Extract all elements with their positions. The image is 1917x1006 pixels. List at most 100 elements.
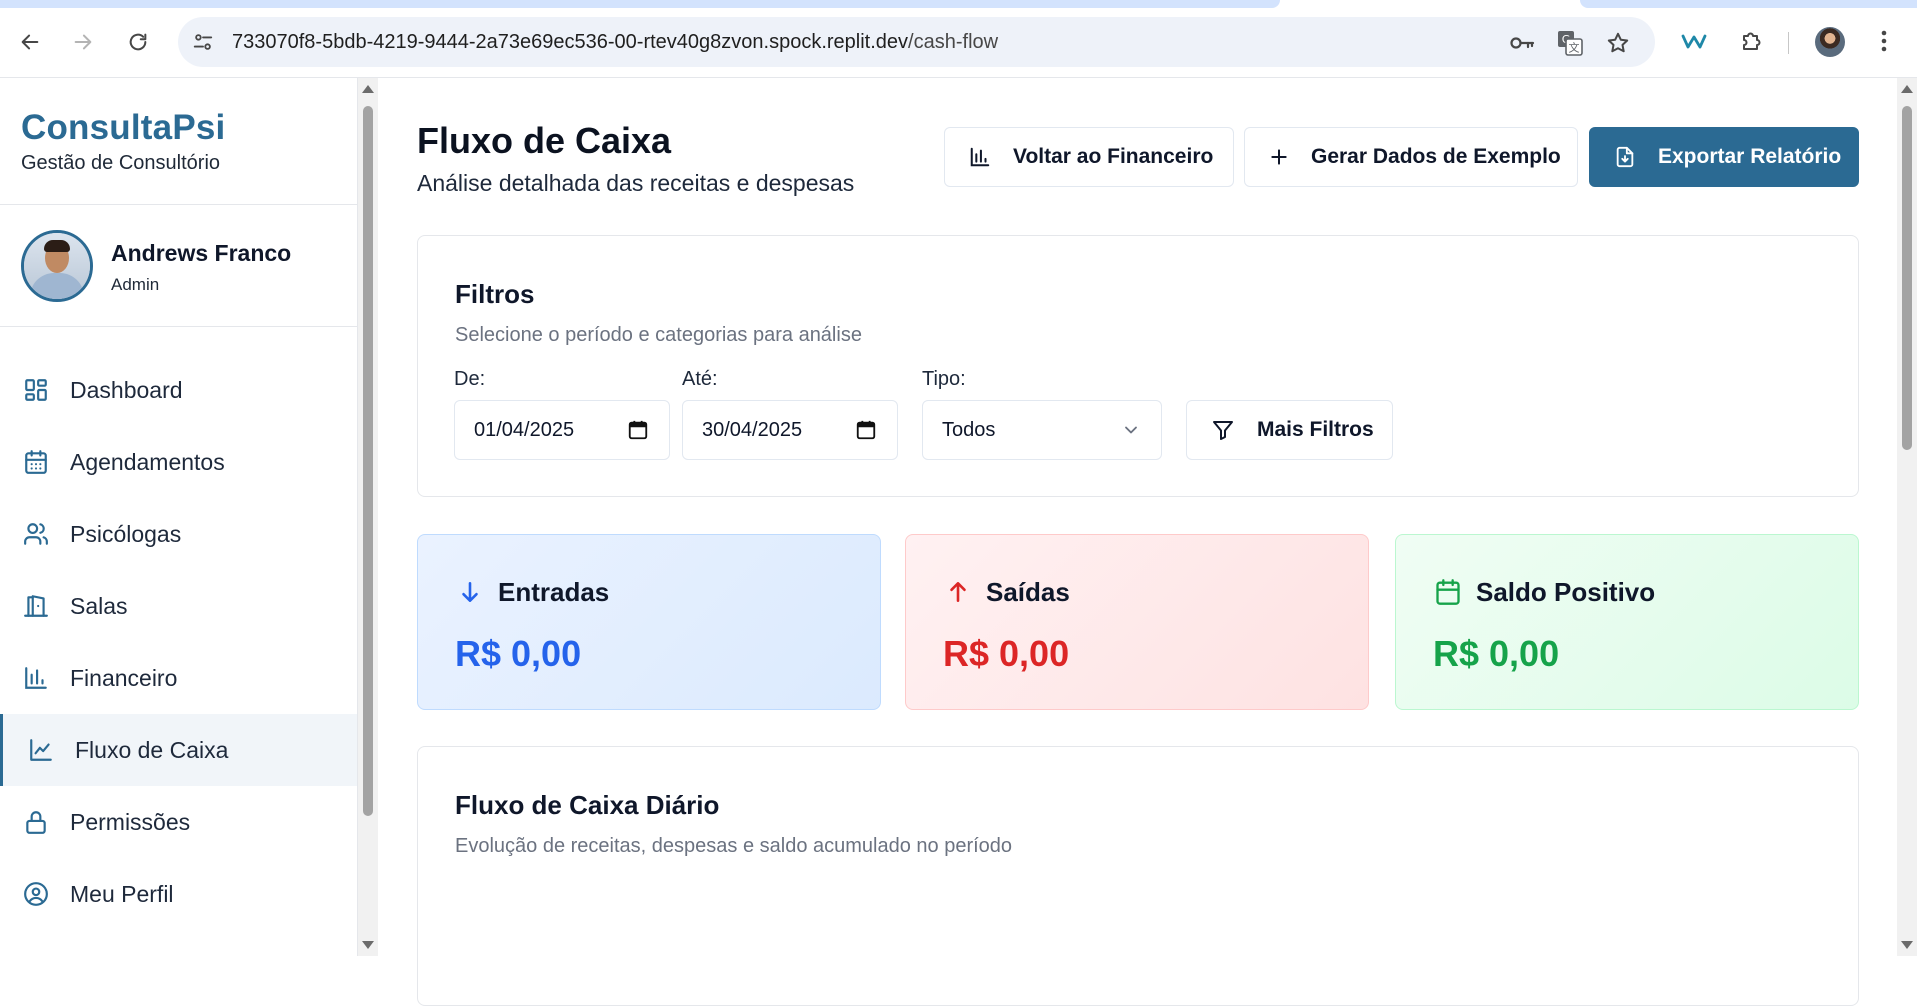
income-card: Entradas R$ 0,00 [417,534,881,710]
back-to-finance-label: Voltar ao Financeiro [1013,145,1214,168]
toolbar-separator [1788,32,1789,54]
from-date-label: De: [454,368,486,390]
scroll-thumb[interactable] [1902,106,1912,450]
sidebar-divider [0,204,357,205]
sidebar-item-dashboard[interactable]: Dashboard [0,354,357,426]
export-report-button[interactable]: Exportar Relatório [1589,127,1859,187]
scroll-down-arrow[interactable] [1901,941,1913,949]
lock-icon [22,808,50,836]
sidebar-item-label: Fluxo de Caixa [75,736,229,763]
sidebar-item-fluxo-de-caixa[interactable]: Fluxo de Caixa [0,714,357,786]
daily-flow-card: Fluxo de Caixa Diário Evolução de receit… [417,746,1859,1006]
sidebar-divider [0,326,357,327]
tab-left[interactable] [0,0,1280,8]
scroll-up-arrow[interactable] [362,85,374,93]
page-title: Fluxo de Caixa [417,120,672,161]
profile-avatar[interactable] [1815,27,1845,57]
sidebar-item-permissoes[interactable]: Permissões [0,786,357,858]
to-date-label: Até: [682,368,718,390]
forward-button[interactable] [67,26,99,58]
income-value: R$ 0,00 [455,633,582,674]
page-scrollbar[interactable] [1897,78,1917,956]
menu-dots-icon[interactable] [1868,25,1900,57]
back-to-finance-button[interactable]: Voltar ao Financeiro [944,127,1234,187]
brand-subtitle: Gestão de Consultório [21,152,221,174]
sidebar-item-salas[interactable]: Salas [0,570,357,642]
from-date-input[interactable]: 01/04/2025 [454,400,670,460]
balance-value: R$ 0,00 [1433,633,1560,674]
scroll-up-arrow[interactable] [1901,85,1913,93]
password-key-icon[interactable] [1509,30,1535,56]
forward-icon [74,34,92,50]
extension-w-icon[interactable] [1678,25,1710,57]
tab-right[interactable] [1580,0,1917,8]
expense-card: Saídas R$ 0,00 [905,534,1369,710]
svg-text:文: 文 [1569,41,1580,55]
calendar-picker-icon[interactable] [627,419,649,441]
bookmark-star-icon[interactable] [1605,30,1631,56]
sidebar-item-label: Permissões [70,808,191,835]
sidebar-item-financeiro[interactable]: Financeiro [0,642,357,714]
type-value: Todos [942,418,996,441]
door-icon [22,592,50,620]
more-filters-label: Mais Filtros [1257,418,1374,441]
sidebar-item-label: Financeiro [70,664,178,691]
to-date-value: 30/04/2025 [702,418,803,441]
type-label: Tipo: [922,368,966,390]
url-host: 733070f8-5bdb-4219-9444-2a73e69ec536-00-… [232,31,909,53]
calendar-icon [1433,577,1463,607]
sidebar-item-label: Dashboard [70,376,183,403]
type-select[interactable]: Todos [922,400,1162,460]
calendar-icon [22,448,50,476]
translate-icon[interactable]: G文 [1557,30,1583,56]
address-bar[interactable]: 733070f8-5bdb-4219-9444-2a73e69ec536-00-… [178,17,1655,67]
scroll-down-arrow[interactable] [362,941,374,949]
user-avatar [21,230,93,302]
generate-sample-label: Gerar Dados de Exemplo [1311,145,1561,168]
brand[interactable]: ConsultaPsi Gestão de Consultório [21,108,225,175]
sidebar-item-partial[interactable] [0,930,357,956]
settings-icon [22,952,50,956]
income-title: Entradas [498,577,610,607]
expense-title: Saídas [986,577,1070,607]
url-text[interactable]: 733070f8-5bdb-4219-9444-2a73e69ec536-00-… [232,31,998,54]
more-filters-button[interactable]: Mais Filtros [1186,400,1393,460]
tab-strip [0,0,1917,8]
sidebar-item-meu-perfil[interactable]: Meu Perfil [0,858,357,930]
filters-description: Selecione o período e categorias para an… [455,324,862,346]
extensions-puzzle-icon[interactable] [1735,25,1767,57]
plus-icon [1269,147,1289,167]
calendar-picker-icon[interactable] [855,419,877,441]
dashboard-icon [22,376,50,404]
daily-flow-description: Evolução de receitas, despesas e saldo a… [455,835,1013,857]
user-circle-icon [22,880,50,908]
arrow-down-icon [455,577,485,607]
reload-button[interactable] [122,26,154,58]
arrow-up-icon [943,577,973,607]
main-content: Fluxo de Caixa Análise detalhada das rec… [380,78,1897,1006]
filter-icon [1211,418,1235,442]
sidebar-item-agendamentos[interactable]: Agendamentos [0,426,357,498]
sidebar-item-label: Salas [70,592,128,619]
bar-chart-icon [969,146,991,168]
brand-name: ConsultaPsi [21,108,226,147]
daily-flow-title: Fluxo de Caixa Diário [455,790,720,820]
site-settings-icon[interactable] [192,31,214,58]
line-chart-icon [27,736,55,764]
export-report-label: Exportar Relatório [1658,145,1842,168]
to-date-input[interactable]: 30/04/2025 [682,400,898,460]
page-subtitle: Análise detalhada das receitas e despesa… [417,170,855,196]
user-name: Andrews Franco [111,240,292,266]
back-button[interactable] [14,26,46,58]
reload-icon [129,33,147,51]
chevron-down-icon [1121,420,1141,440]
scroll-thumb[interactable] [363,106,373,816]
sidebar-item-psicologas[interactable]: Psicólogas [0,498,357,570]
generate-sample-button[interactable]: Gerar Dados de Exemplo [1244,127,1578,187]
sidebar-item-label: Psicólogas [70,520,182,547]
from-date-value: 01/04/2025 [474,418,575,441]
sidebar: ConsultaPsi Gestão de Consultório Andrew… [0,78,358,956]
sidebar-scrollbar[interactable] [358,78,378,956]
filters-title: Filtros [455,279,535,309]
user-role: Admin [111,275,160,294]
